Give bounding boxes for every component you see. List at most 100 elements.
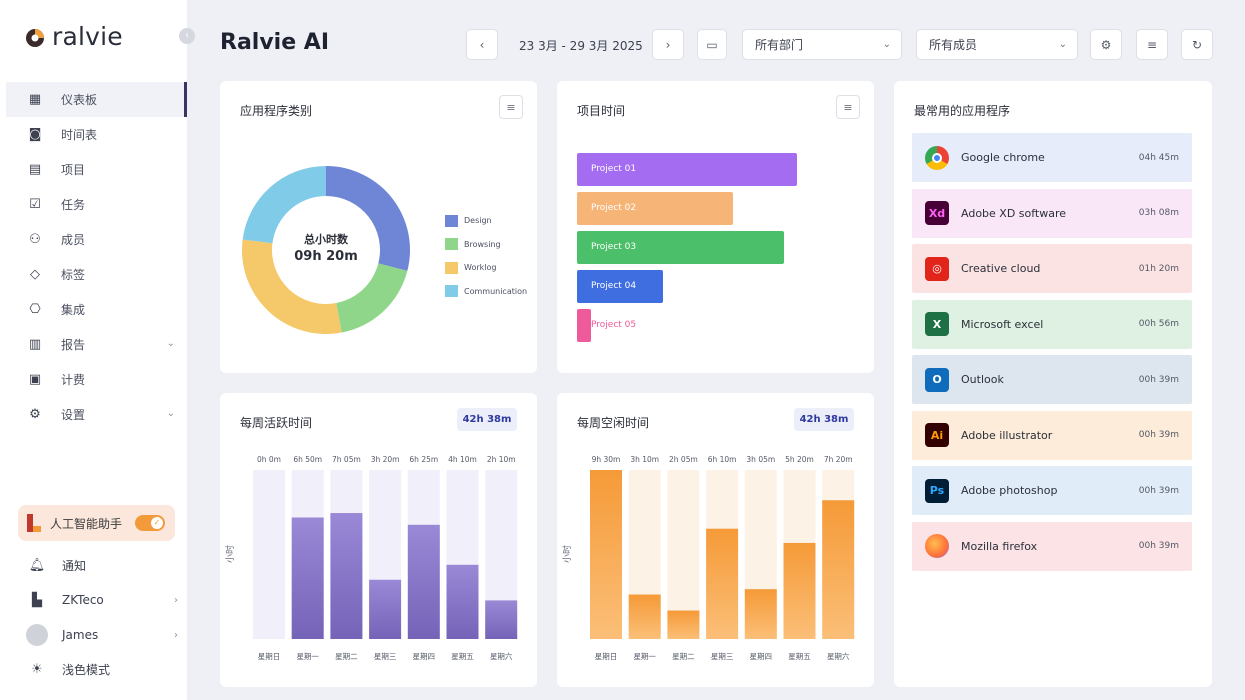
chevron-down-icon: ⌄ [166, 408, 175, 419]
members-icon: ⚇ [29, 232, 41, 247]
bar [783, 542, 816, 639]
x-tick-label: 星期三 [711, 652, 734, 661]
member-select[interactable]: 所有成员 ⌄ [916, 29, 1078, 60]
department-value: 所有部门 [755, 38, 804, 52]
app-list-item[interactable]: Ai Adobe illustrator 00h 39m [912, 410, 1192, 460]
sidebar-item-label: 设置 [61, 408, 86, 422]
bar-value-label: 9h 30m [592, 455, 621, 464]
chevron-down-icon: ⌄ [882, 39, 891, 50]
app-time: 00h 39m [1138, 485, 1179, 496]
app-list-item[interactable]: Google chrome 04h 45m [912, 133, 1192, 182]
app-time: 01h 20m [1138, 263, 1179, 274]
sidebar-item-settings[interactable]: ⚙ 设置 ⌄ [6, 397, 187, 432]
legend-item: Browsing [445, 233, 527, 257]
app-list-item[interactable]: Mozilla firefox 00h 39m [912, 521, 1192, 571]
notifications-link[interactable]: 🔔︎ 通知 [28, 553, 178, 577]
chrome-icon [925, 145, 949, 170]
app-name: Adobe XD software [961, 206, 1067, 220]
legend-label: Browsing [464, 239, 501, 249]
settings-icon: ⚙ [29, 407, 41, 422]
weekly-idle-card: 每周空闲时间 42h 38m 小时 9h 30m 星期日 3h 10m 星期一 2h 05… [557, 393, 874, 687]
department-select[interactable]: 所有部门 ⌄ [742, 29, 902, 60]
app-list-item[interactable]: Xd Adobe XD software 03h 08m [912, 188, 1192, 238]
bar [446, 564, 479, 639]
firefox-icon [925, 534, 949, 558]
app-time: 03h 08m [1138, 208, 1179, 218]
theme-label: 浅色模式 [62, 662, 111, 677]
refresh-button[interactable]: ↻ [1181, 29, 1213, 60]
settings-button[interactable]: ⚙ [1090, 29, 1122, 60]
prev-week-button[interactable]: ‹ [466, 29, 498, 60]
sidebar-item-members[interactable]: ⚇ 成员 [6, 222, 187, 257]
legend-swatch [445, 214, 458, 227]
donut-center-label: 总小时数 [304, 233, 348, 246]
sidebar-nav: ▦ 仪表板 ◙ 时间表 ▤ 项目 ☑ 任务 ⚇ 成员 ◇ 标签 ⎔ 集成 ▥ 报告 ⌄ ▣ 计费 ⚙ 设置 ⌄ [6, 82, 187, 432]
x-tick-label: 星期六 [827, 651, 850, 661]
app-categories-legend: Design Browsing Worklog Communication [445, 209, 527, 303]
x-tick-label: 星期一 [296, 652, 319, 661]
logo[interactable]: ralvie [24, 22, 123, 51]
legend-label: Design [464, 216, 492, 226]
x-tick-label: 星期日 [595, 652, 618, 661]
billing-icon: ▣ [28, 372, 42, 387]
ai-assistant-icon [27, 514, 41, 532]
sidebar-item-billing[interactable]: ▣ 计费 [6, 362, 187, 397]
theme-toggle[interactable]: ☀ 浅色模式 [28, 657, 178, 681]
sidebar-item-dashboard[interactable]: ▦ 仪表板 [6, 82, 187, 117]
sidebar-item-report[interactable]: ▥ 报告 ⌄ [6, 327, 187, 362]
illustrator-icon: Ai [925, 423, 949, 447]
sidebar-item-label: 计费 [61, 373, 86, 387]
app-list-item[interactable]: ◎ Creative cloud 01h 20m [912, 244, 1192, 293]
sidebar-item-project[interactable]: ▤ 项目 [6, 152, 187, 187]
x-tick-label: 星期五 [788, 652, 811, 661]
bell-icon: 🔔︎ [28, 557, 46, 573]
sidebar-item-timesheet[interactable]: ◙ 时间表 [6, 117, 187, 152]
ai-assistant-toggle[interactable] [135, 515, 165, 531]
dashboard-icon: ▦ [28, 92, 42, 107]
bar [590, 470, 622, 639]
sidebar-item-integration[interactable]: ⎔ 集成 [6, 292, 187, 327]
bar-value-label: 7h 05m [332, 455, 361, 464]
x-tick-label: 星期四 [750, 652, 773, 661]
top-apps-card: 最常用的应用程序 Google chrome 04h 45m Xd Adobe XD … [894, 81, 1212, 687]
top-apps-title: 最常用的应用程序 [914, 104, 1011, 118]
user-menu[interactable]: James › [26, 623, 178, 647]
chevron-right-icon: › [665, 37, 671, 52]
chevron-down-icon: ⌄ [1058, 39, 1067, 50]
ai-assistant-toggle-row[interactable]: 人工智能助手 [18, 505, 175, 541]
notifications-label: 通知 [62, 558, 87, 573]
collapse-sidebar-button[interactable]: ‹ [179, 28, 195, 44]
next-week-button[interactable]: › [652, 29, 684, 60]
company-link[interactable]: ▙ ZKTeco › [28, 588, 178, 612]
app-list-item[interactable]: X Microsoft excel 00h 56m [912, 299, 1192, 349]
app-time: 00h 56m [1138, 319, 1179, 329]
x-tick-label: 星期三 [374, 652, 397, 661]
filter-button[interactable]: ≡ [1136, 29, 1168, 60]
bar-value-label: 6h 25m [409, 455, 438, 464]
integration-icon: ⎔ [29, 302, 41, 317]
project-time-title: 项目时间 [577, 104, 626, 118]
sidebar-item-tag[interactable]: ◇ 标签 [6, 257, 187, 292]
bar [330, 513, 363, 639]
bar-value-label: 3h 20m [371, 455, 400, 464]
weekly-active-card: 每周活跃时间 42h 38m 小时 0h 0m 星期日 6h 50m 星期一 7h 05m… [220, 393, 537, 687]
x-tick-label: 星期一 [633, 652, 656, 661]
project-time-filter-button[interactable]: ≡ [836, 95, 860, 119]
report-icon: ▥ [28, 337, 42, 352]
app-list-item[interactable]: O Outlook 00h 39m [912, 355, 1192, 404]
app-name: Outlook [961, 373, 1004, 386]
calendar-button[interactable]: ▭ [697, 29, 727, 60]
sidebar-item-task[interactable]: ☑ 任务 [6, 187, 187, 222]
sidebar-item-label: 标签 [61, 268, 86, 282]
app-list-item[interactable]: Ps Adobe photoshop 00h 39m [912, 466, 1192, 515]
timesheet-icon: ◙ [28, 127, 42, 142]
app-time: 04h 45m [1138, 152, 1179, 163]
chevron-right-icon: › [174, 594, 178, 606]
bar [369, 579, 402, 639]
adobe-xd-icon: Xd [925, 201, 949, 225]
bar-value-label: 5h 20m [785, 455, 814, 464]
weekly-idle-bar-chart: 小时 9h 30m 星期日 3h 10m 星期一 2h 05m 星期二 6h 10m 星期三 3h… [561, 455, 855, 661]
donut-slice-browsing [336, 263, 408, 333]
app-name: Google chrome [961, 151, 1045, 164]
project-icon: ▤ [28, 162, 42, 177]
